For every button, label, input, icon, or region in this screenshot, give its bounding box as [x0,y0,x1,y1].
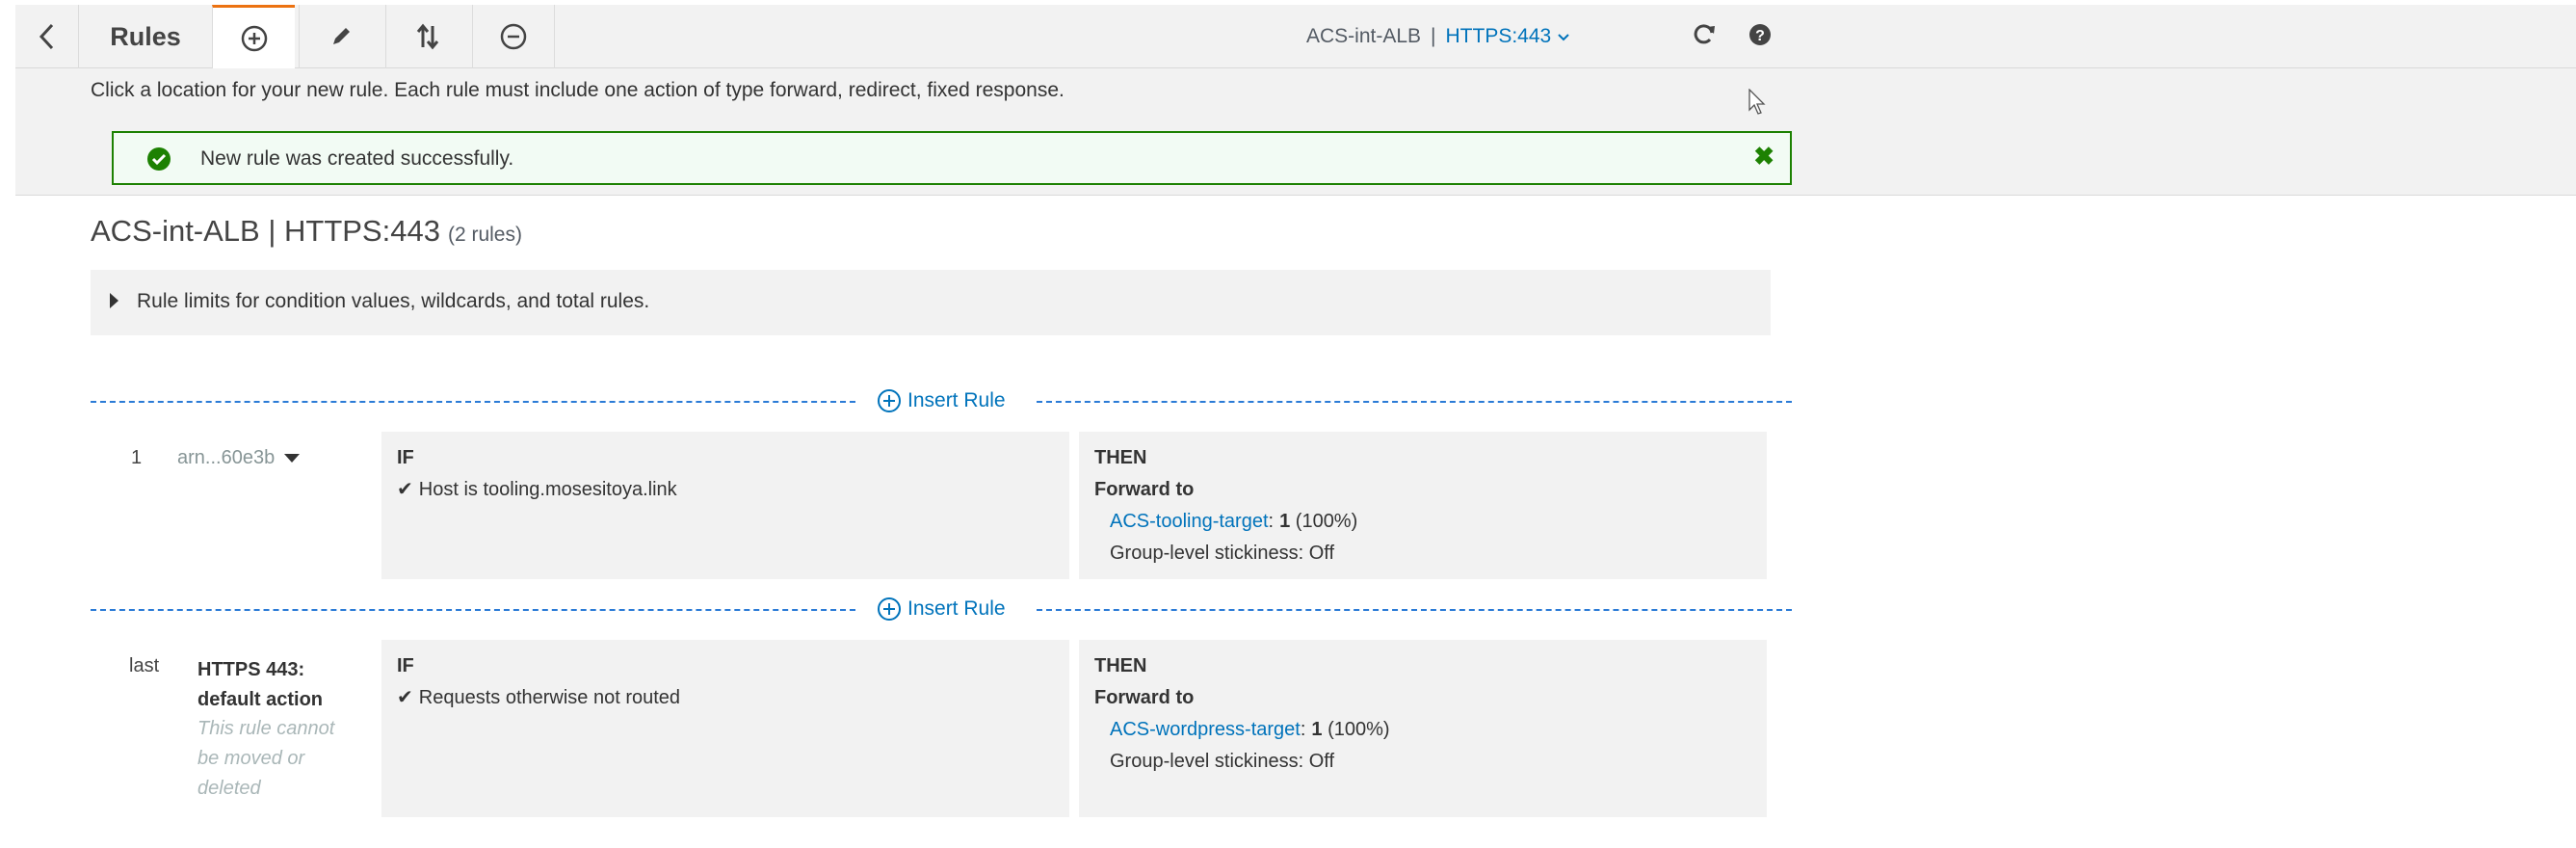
back-button[interactable] [15,5,79,68]
plus-circle-icon [878,597,901,622]
if-label: IF [397,655,414,676]
rule-conditions-panel: IF ✔ Requests otherwise not routed [381,640,1069,817]
condition-line: ✔ Requests otherwise not routed [397,685,1054,709]
toolbar: Rules ACS-int-ALB | HTTPS:443 ? [15,5,2576,68]
add-rule-tool-button[interactable] [212,5,295,68]
condition-text: Requests otherwise not routed [418,687,681,708]
rule-number: last [129,655,160,676]
target-group-line: ACS-tooling-target: 1 (100%) [1110,511,1358,532]
plus-circle-icon [878,389,901,413]
delete-rules-tool-button[interactable] [472,5,555,68]
success-message: New rule was created successfully. [200,147,514,170]
page-title: Rules [110,22,181,51]
divider-line [91,401,855,403]
default-rule-note: This rule cannot be moved or deleted [197,718,335,799]
reorder-rules-tool-button[interactable] [385,5,468,68]
load-balancer-name: ACS-int-ALB [1306,25,1422,47]
target-group-line: ACS-wordpress-target: 1 (100%) [1110,719,1390,740]
rule-arn: arn...60e3b [177,447,276,468]
target-percent: (100%) [1295,511,1358,532]
pencil-icon [332,28,350,44]
condition-value: tooling.mosesitoya.link [483,479,677,500]
mouse-cursor-icon [1748,89,1766,115]
insert-rule-button[interactable]: Insert Rule [877,386,1006,415]
target-percent: (100%) [1327,719,1390,740]
insert-rule-divider: Insert Rule [91,386,1792,415]
rules-heading: ACS-int-ALB | HTTPS:443 (2 rules) [91,214,522,249]
target-weight: 1 [1311,719,1323,740]
help-icon: ? [1749,24,1771,45]
caret-down-icon [284,454,301,464]
action-label: Forward to [1094,479,1195,500]
rule-actions-panel: THEN Forward to ACS-tooling-target: 1 (10… [1079,432,1767,579]
condition-prefix: Host is [418,479,478,500]
listener-selector[interactable]: HTTPS:443 [1446,25,1571,47]
listener-label: HTTPS:443 [1445,25,1552,47]
rule-count: (2 rules) [447,224,522,246]
insert-rule-label: Insert Rule [907,389,1006,411]
edit-rules-tool-button[interactable] [299,5,381,68]
rule-arn-dropdown[interactable]: arn...60e3b [177,447,301,469]
stickiness-text: Group-level stickiness: Off [1110,543,1335,564]
rule-number: 1 [131,447,143,468]
then-label: THEN [1094,655,1147,676]
svg-text:?: ? [1755,28,1765,44]
minus-circle-icon [500,23,527,50]
insert-rule-label: Insert Rule [907,597,1006,620]
insert-rule-button[interactable]: Insert Rule [877,595,1006,623]
refresh-button[interactable] [1692,22,1722,53]
divider-line [1037,609,1792,611]
divider-line [91,609,855,611]
action-label: Forward to [1094,687,1195,708]
caret-right-icon [110,293,118,308]
chevron-left-icon [39,23,53,50]
target-group-link[interactable]: ACS-tooling-target [1110,511,1269,532]
reorder-arrows-icon [416,23,438,50]
listener-breadcrumb: ACS-int-ALB | HTTPS:443 [1306,5,1570,68]
breadcrumb-separator: | [1431,25,1436,47]
close-icon[interactable]: ✖ [1753,142,1774,172]
check-circle-icon [147,147,171,171]
stickiness-text: Group-level stickiness: Off [1110,751,1335,772]
default-action-label: HTTPS 443: default action [197,655,332,715]
if-label: IF [397,447,414,468]
rule-limits-expander[interactable]: Rule limits for condition values, wildca… [91,270,1771,335]
success-flashbar: New rule was created successfully. ✖ [112,131,1792,185]
help-button[interactable]: ? [1748,22,1778,53]
target-group-link[interactable]: ACS-wordpress-target [1110,719,1301,740]
rule-actions-panel: THEN Forward to ACS-wordpress-target: 1 (… [1079,640,1767,817]
rule-limits-label: Rule limits for condition values, wildca… [137,290,650,312]
rules-heading-title: ACS-int-ALB | HTTPS:443 [91,214,440,248]
insert-rule-divider: Insert Rule [91,595,1792,623]
rule-conditions-panel: IF ✔ Host is tooling.mosesitoya.link [381,432,1069,579]
then-label: THEN [1094,447,1147,468]
instruction-text: Click a location for your new rule. Each… [91,79,1065,101]
plus-circle-icon [241,25,267,51]
divider-line [1037,401,1792,403]
chevron-down-icon [1558,34,1569,41]
checkmark-icon: ✔ [397,479,413,500]
refresh-icon [1694,24,1715,44]
target-weight: 1 [1279,511,1291,532]
condition-line: ✔ Host is tooling.mosesitoya.link [397,477,1054,501]
checkmark-icon: ✔ [397,687,413,708]
default-action-label-text: HTTPS 443: default action [197,659,324,710]
